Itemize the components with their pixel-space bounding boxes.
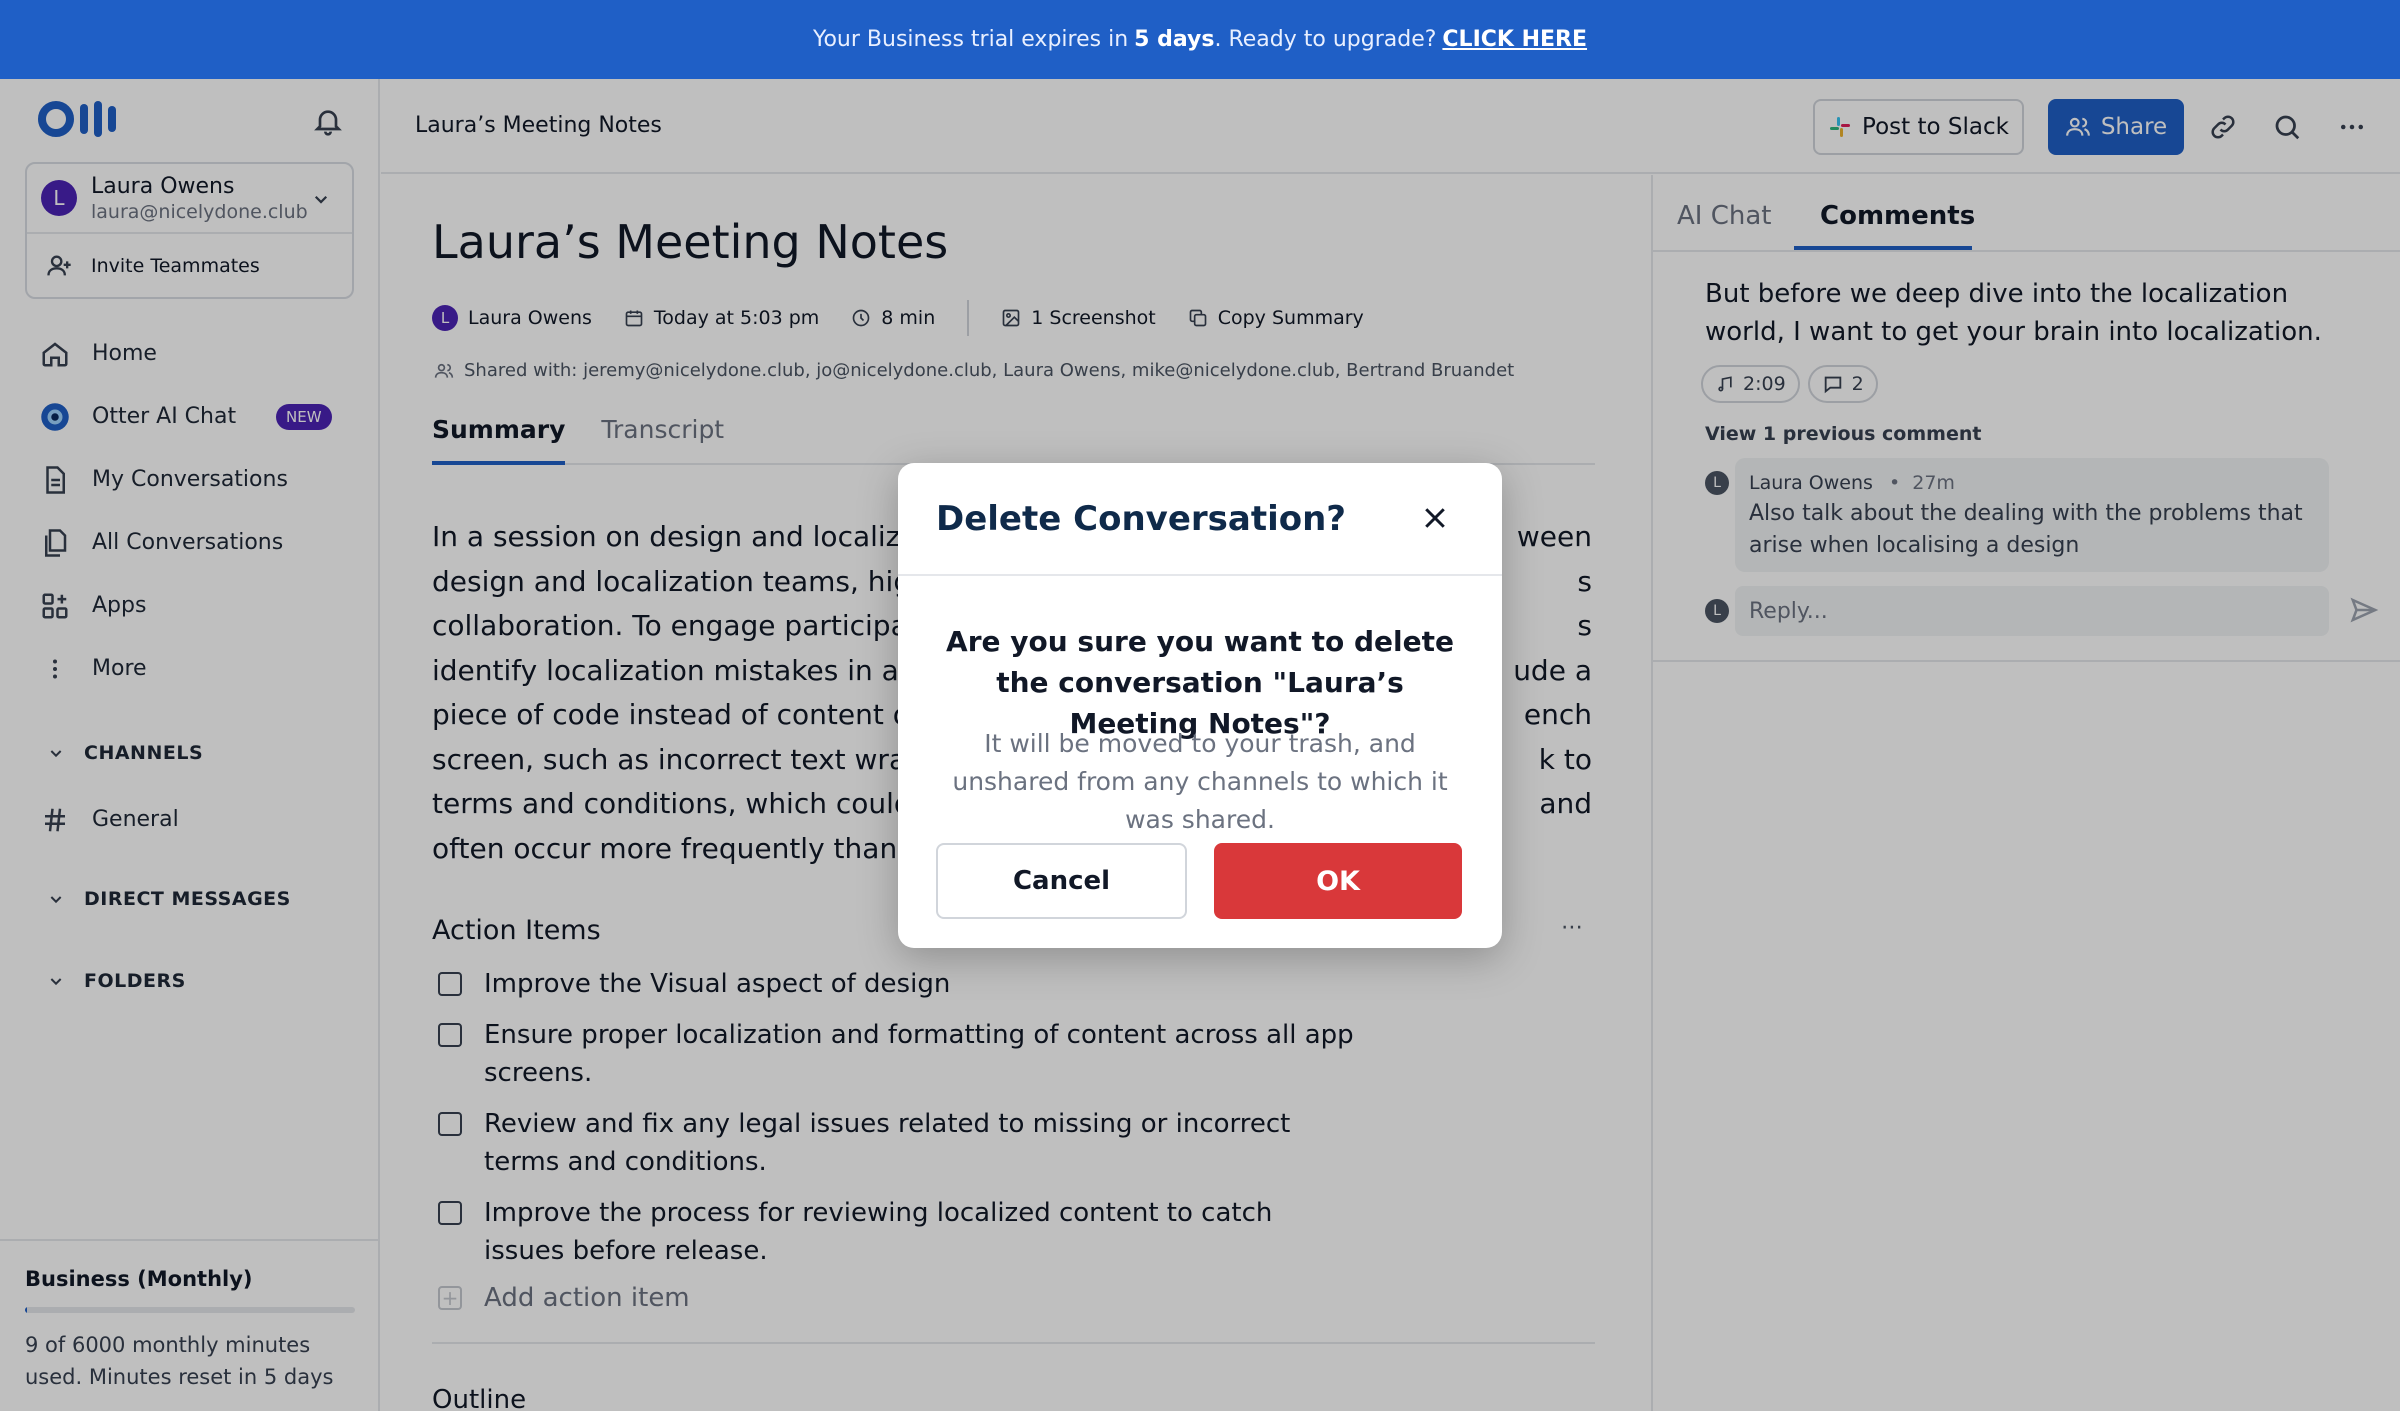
upgrade-link[interactable]: CLICK HERE xyxy=(1442,27,1587,52)
cancel-button[interactable]: Cancel xyxy=(936,843,1187,919)
trial-banner: Your Business trial expires in 5 days. R… xyxy=(0,0,2400,79)
delete-conversation-dialog: Delete Conversation? Are you sure you wa… xyxy=(898,463,1502,948)
ok-button[interactable]: OK xyxy=(1214,843,1462,919)
banner-days: 5 days xyxy=(1134,27,1215,52)
banner-text-middle: . Ready to upgrade? xyxy=(1214,27,1437,52)
close-icon[interactable] xyxy=(1420,503,1450,533)
banner-text: Your Business trial expires in xyxy=(812,27,1129,52)
dialog-description: It will be moved to your trash, and unsh… xyxy=(952,729,1448,834)
dialog-header: Delete Conversation? xyxy=(898,463,1502,576)
dialog-title: Delete Conversation? xyxy=(936,499,1347,539)
